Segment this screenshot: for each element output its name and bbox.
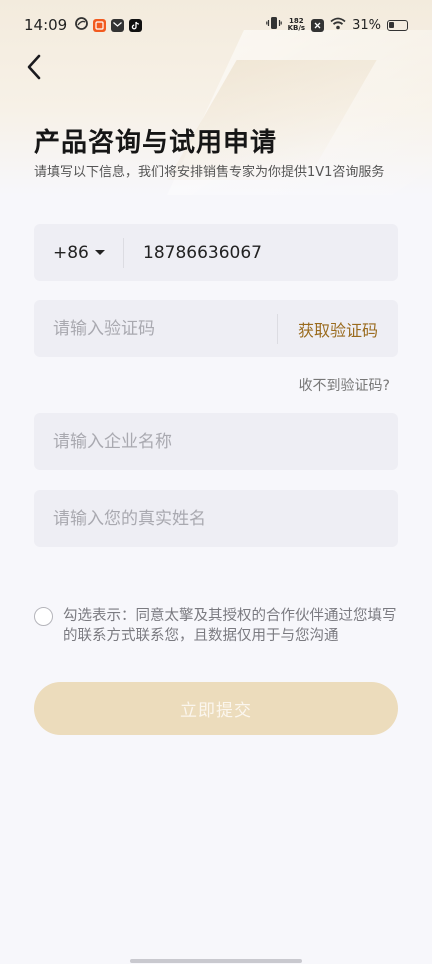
country-code-value: +86: [53, 242, 89, 263]
verification-code-input[interactable]: [34, 300, 277, 357]
company-name-input[interactable]: [34, 413, 398, 470]
taobao-icon: [93, 18, 107, 32]
no-code-link[interactable]: 收不到验证码?: [299, 375, 390, 395]
home-indicator[interactable]: [130, 959, 302, 963]
page-subtitle: 请填写以下信息，我们将安排销售专家为你提供1V1咨询服务: [34, 165, 385, 180]
net-speed-unit: KB/s: [287, 24, 306, 32]
real-name-input[interactable]: [34, 490, 398, 547]
consent-row: 勾选表示：同意太擎及其授权的合作伙伴通过您填写的联系方式联系您，且数据仅用于与您…: [34, 606, 398, 646]
verification-code-field: 获取验证码: [34, 300, 398, 357]
system-icons: 182 KB/s 31%: [265, 16, 408, 34]
country-code-select[interactable]: +86: [34, 224, 123, 281]
chevron-left-icon: [26, 54, 42, 84]
battery-icon: [387, 19, 408, 31]
phone-field: +86: [34, 224, 398, 281]
tiktok-icon: [129, 18, 143, 32]
mail-icon: [111, 18, 125, 32]
phone-input[interactable]: [124, 224, 398, 281]
vibrate-icon: [265, 16, 282, 34]
submit-button[interactable]: 立即提交: [34, 682, 398, 735]
weibo-icon: [75, 16, 89, 34]
status-bar: 14:09 182 KB/s 31%: [0, 0, 432, 50]
notification-icons: [75, 16, 143, 34]
nfc-icon: [311, 18, 325, 32]
get-code-button[interactable]: 获取验证码: [278, 317, 398, 341]
name-field: [34, 490, 398, 547]
battery-percent: 31%: [352, 17, 381, 33]
caret-down-icon: [94, 250, 105, 255]
back-button[interactable]: [18, 52, 50, 86]
page-title: 产品咨询与试用申请: [34, 128, 278, 158]
status-time: 14:09: [24, 16, 68, 34]
consent-text: 勾选表示：同意太擎及其授权的合作伙伴通过您填写的联系方式联系您，且数据仅用于与您…: [63, 608, 397, 644]
company-field: [34, 413, 398, 470]
net-speed: 182 KB/s: [288, 18, 305, 32]
wifi-icon: [330, 17, 346, 34]
consent-checkbox[interactable]: [34, 607, 53, 626]
